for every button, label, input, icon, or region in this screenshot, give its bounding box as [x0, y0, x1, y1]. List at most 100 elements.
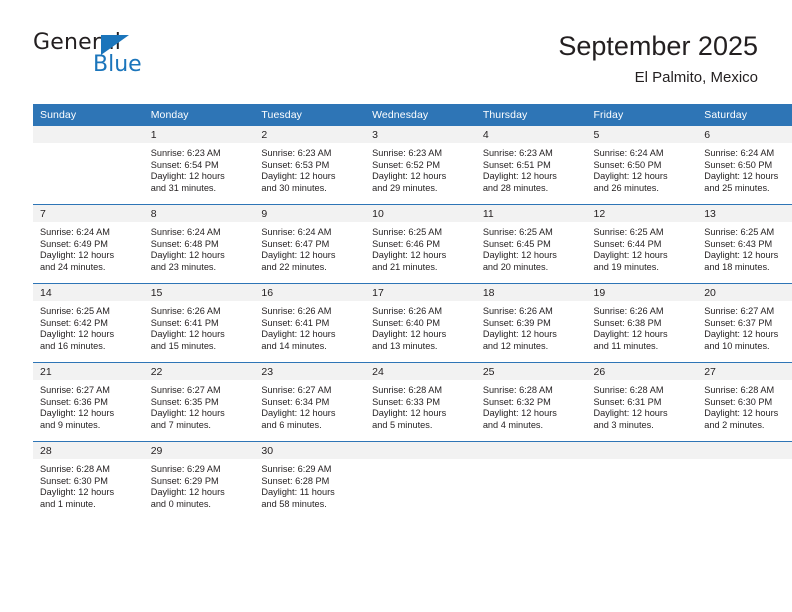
calendar-day-cell[interactable]: 13 Sunrise: 6:25 AM Sunset: 6:43 PM Dayligh… [697, 204, 792, 284]
sunrise-text: Sunrise: 6:26 AM [482, 306, 553, 316]
weekday-header-saturday: Saturday [697, 104, 792, 126]
sunrise-text: Sunrise: 6:26 AM [593, 306, 664, 316]
calendar-day-cell[interactable]: 22 Sunrise: 6:27 AM Sunset: 6:35 PM Dayligh… [143, 362, 255, 442]
sunset-text: Sunset: 6:34 PM [261, 396, 330, 407]
day-details: Sunrise: 6:26 AM Sunset: 6:41 PM Daylight:… [254, 301, 365, 352]
sunrise-text: Sunrise: 6:23 AM [261, 148, 332, 158]
sunrise-text: Sunrise: 6:24 AM [261, 227, 332, 237]
daylight-text-line1: Daylight: 12 hours [40, 250, 115, 261]
calendar-day-cell[interactable]: 23 Sunrise: 6:27 AM Sunset: 6:34 PM Dayligh… [254, 362, 366, 442]
day-details: Sunrise: 6:26 AM Sunset: 6:40 PM Daylight:… [365, 301, 476, 352]
daylight-text-line1: Daylight: 12 hours [482, 250, 557, 261]
sunrise-text: Sunrise: 6:24 AM [593, 148, 664, 158]
daylight-text-line2: and 6 minutes. [261, 419, 322, 430]
calendar-day-cell[interactable]: 24 Sunrise: 6:28 AM Sunset: 6:33 PM Dayligh… [365, 362, 476, 442]
sunrise-text: Sunrise: 6:28 AM [372, 385, 443, 395]
day-details: Sunrise: 6:24 AM Sunset: 6:49 PM Daylight:… [33, 222, 144, 273]
calendar-day-cell[interactable]: 30 Sunrise: 6:29 AM Sunset: 6:28 PM Dayligh… [254, 441, 366, 520]
daylight-text-line2: and 26 minutes. [593, 182, 659, 193]
sunrise-text: Sunrise: 6:28 AM [482, 385, 553, 395]
calendar-day-cell[interactable]: 8 Sunrise: 6:24 AM Sunset: 6:48 PM Daylight… [143, 204, 255, 284]
day-number: 14 [33, 284, 144, 301]
daylight-text-line2: and 14 minutes. [261, 340, 327, 351]
sunset-text: Sunset: 6:53 PM [261, 159, 330, 170]
daylight-text-line2: and 12 minutes. [482, 340, 549, 351]
calendar-day-cell[interactable]: 20 Sunrise: 6:27 AM Sunset: 6:37 PM Dayligh… [697, 283, 792, 363]
calendar-day-cell[interactable]: 9 Sunrise: 6:24 AM Sunset: 6:47 PM Daylight… [254, 204, 366, 284]
sunset-text: Sunset: 6:41 PM [150, 317, 219, 328]
day-number: 11 [475, 205, 587, 222]
weekday-header-thursday: Thursday [475, 104, 587, 126]
sunrise-text: Sunrise: 6:25 AM [372, 227, 443, 237]
day-number [697, 442, 792, 459]
calendar-day-cell[interactable]: 16 Sunrise: 6:26 AM Sunset: 6:41 PM Dayligh… [254, 283, 366, 363]
calendar-day-cell[interactable]: 1 Sunrise: 6:23 AM Sunset: 6:54 PM Daylight… [143, 126, 255, 205]
daylight-text-line1: Daylight: 12 hours [482, 171, 557, 182]
calendar-day-cell[interactable]: 26 Sunrise: 6:28 AM Sunset: 6:31 PM Dayligh… [586, 362, 698, 442]
sunset-text: Sunset: 6:52 PM [372, 159, 441, 170]
calendar-day-cell[interactable]: 11 Sunrise: 6:25 AM Sunset: 6:45 PM Dayligh… [475, 204, 587, 284]
daylight-text-line1: Daylight: 12 hours [704, 250, 779, 261]
daylight-text-line2: and 5 minutes. [372, 419, 433, 430]
calendar-day-cell[interactable]: 28 Sunrise: 6:28 AM Sunset: 6:30 PM Dayligh… [33, 441, 144, 520]
calendar-week-row: 7 Sunrise: 6:24 AM Sunset: 6:49 PM Daylight… [33, 204, 792, 284]
day-details: Sunrise: 6:27 AM Sunset: 6:35 PM Daylight:… [144, 380, 255, 431]
daylight-text-line1: Daylight: 12 hours [40, 329, 115, 340]
sunset-text: Sunset: 6:42 PM [40, 317, 108, 328]
calendar-day-cell[interactable]: 14 Sunrise: 6:25 AM Sunset: 6:42 PM Dayligh… [33, 283, 144, 363]
daylight-text-line1: Daylight: 12 hours [704, 408, 779, 419]
calendar-day-cell[interactable]: 17 Sunrise: 6:26 AM Sunset: 6:40 PM Dayligh… [365, 283, 476, 363]
calendar-day-cell[interactable]: 29 Sunrise: 6:29 AM Sunset: 6:29 PM Dayligh… [143, 441, 255, 520]
calendar-day-cell[interactable]: 3 Sunrise: 6:23 AM Sunset: 6:52 PM Daylight… [365, 126, 476, 205]
generalblue-logo[interactable]: General Blue [33, 30, 263, 88]
daylight-text-line2: and 19 minutes. [593, 261, 659, 272]
calendar-day-cell[interactable]: 5 Sunrise: 6:24 AM Sunset: 6:50 PM Daylight… [586, 126, 698, 205]
calendar-day-cell[interactable]: 6 Sunrise: 6:24 AM Sunset: 6:50 PM Daylight… [697, 126, 792, 205]
calendar-day-cell[interactable]: 18 Sunrise: 6:26 AM Sunset: 6:39 PM Dayligh… [475, 283, 587, 363]
day-number: 26 [586, 363, 698, 380]
day-number: 21 [33, 363, 144, 380]
calendar-day-cell[interactable]: 25 Sunrise: 6:28 AM Sunset: 6:32 PM Dayligh… [475, 362, 587, 442]
sunrise-text: Sunrise: 6:26 AM [261, 306, 332, 316]
sunrise-text: Sunrise: 6:25 AM [40, 306, 110, 316]
daylight-text-line1: Daylight: 12 hours [261, 408, 336, 419]
daylight-text-line1: Daylight: 12 hours [593, 329, 668, 340]
day-number: 23 [254, 363, 366, 380]
day-details: Sunrise: 6:26 AM Sunset: 6:41 PM Daylight:… [144, 301, 255, 352]
daylight-text-line1: Daylight: 12 hours [593, 408, 668, 419]
daylight-text-line1: Daylight: 12 hours [704, 329, 779, 340]
daylight-text-line1: Daylight: 12 hours [372, 250, 447, 261]
sunrise-text: Sunrise: 6:29 AM [261, 464, 332, 474]
daylight-text-line2: and 9 minutes. [40, 419, 101, 430]
weekday-header-sunday: Sunday [33, 104, 144, 126]
calendar-day-cell[interactable]: 27 Sunrise: 6:28 AM Sunset: 6:30 PM Dayligh… [697, 362, 792, 442]
logo-text-blue: Blue [93, 52, 142, 77]
calendar-week-row: 28 Sunrise: 6:28 AM Sunset: 6:30 PM Dayligh… [33, 441, 792, 520]
day-details: Sunrise: 6:26 AM Sunset: 6:38 PM Daylight:… [587, 301, 698, 352]
weekday-header-tuesday: Tuesday [254, 104, 366, 126]
calendar-day-cell[interactable]: 4 Sunrise: 6:23 AM Sunset: 6:51 PM Daylight… [475, 126, 587, 205]
calendar-day-cell[interactable]: 15 Sunrise: 6:26 AM Sunset: 6:41 PM Dayligh… [143, 283, 255, 363]
calendar-day-cell[interactable]: 2 Sunrise: 6:23 AM Sunset: 6:53 PM Daylight… [254, 126, 366, 205]
daylight-text-line2: and 30 minutes. [261, 182, 327, 193]
daylight-text-line2: and 29 minutes. [372, 182, 438, 193]
calendar-day-cell[interactable]: 7 Sunrise: 6:24 AM Sunset: 6:49 PM Daylight… [33, 204, 144, 284]
day-details: Sunrise: 6:25 AM Sunset: 6:43 PM Daylight:… [697, 222, 792, 273]
sunset-text: Sunset: 6:28 PM [261, 475, 330, 486]
sunrise-text: Sunrise: 6:24 AM [150, 227, 221, 237]
calendar-day-cell[interactable]: 10 Sunrise: 6:25 AM Sunset: 6:46 PM Dayligh… [365, 204, 476, 284]
day-details: Sunrise: 6:28 AM Sunset: 6:30 PM Daylight:… [697, 380, 792, 431]
sunrise-text: Sunrise: 6:27 AM [40, 385, 110, 395]
sunrise-text: Sunrise: 6:27 AM [261, 385, 332, 395]
calendar-day-cell[interactable]: 19 Sunrise: 6:26 AM Sunset: 6:38 PM Dayligh… [586, 283, 698, 363]
day-number: 28 [33, 442, 144, 459]
day-details: Sunrise: 6:27 AM Sunset: 6:34 PM Daylight:… [254, 380, 365, 431]
sunset-text: Sunset: 6:49 PM [40, 238, 108, 249]
day-number [586, 442, 698, 459]
day-details: Sunrise: 6:25 AM Sunset: 6:45 PM Daylight:… [476, 222, 587, 273]
calendar-day-cell[interactable]: 12 Sunrise: 6:25 AM Sunset: 6:44 PM Dayligh… [586, 204, 698, 284]
day-details: Sunrise: 6:23 AM Sunset: 6:52 PM Daylight:… [365, 143, 476, 194]
calendar-day-cell[interactable]: 21 Sunrise: 6:27 AM Sunset: 6:36 PM Dayligh… [33, 362, 144, 442]
daylight-text-line1: Daylight: 12 hours [40, 487, 115, 498]
daylight-text-line2: and 58 minutes. [261, 498, 327, 509]
